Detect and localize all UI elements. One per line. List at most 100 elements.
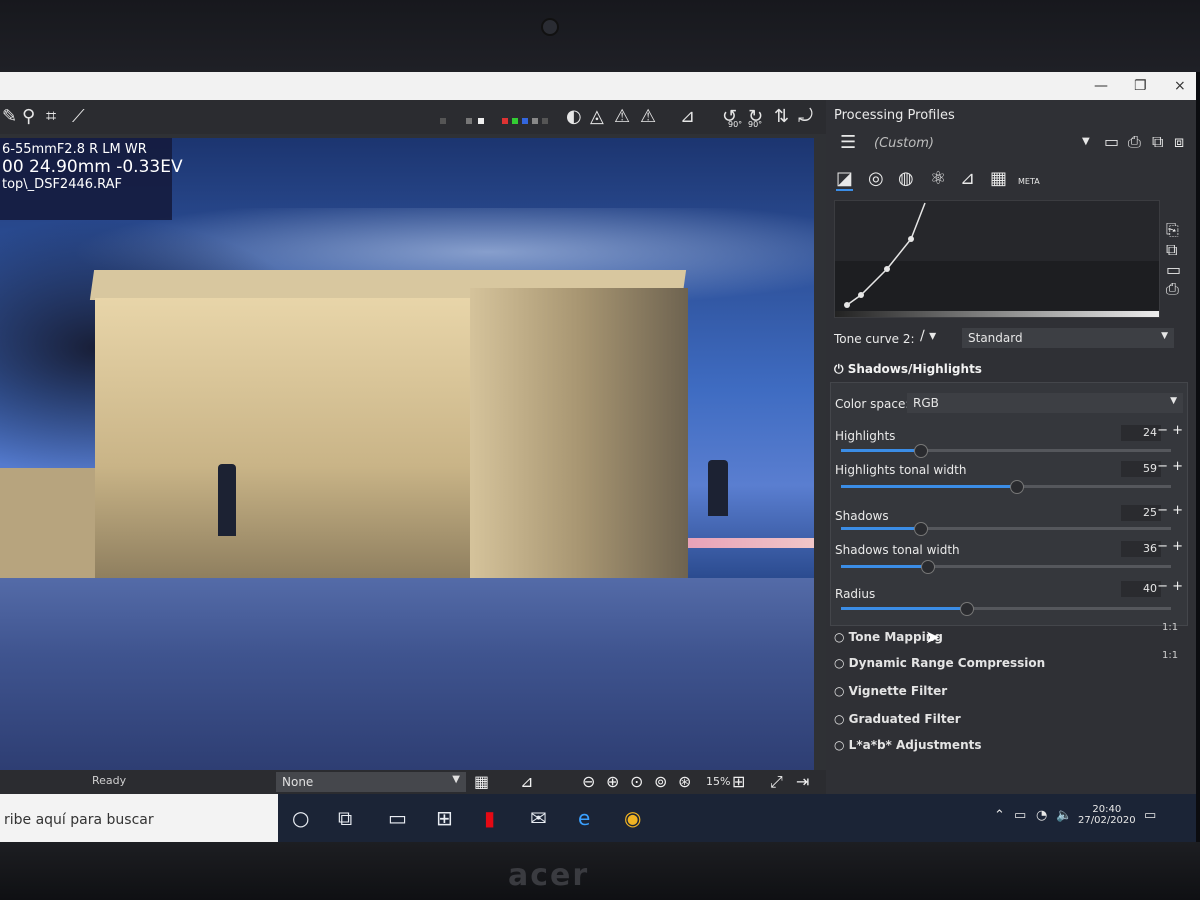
hide-panel-icon[interactable]: ⇥ (796, 772, 809, 791)
detail-tab[interactable]: ◎ (868, 168, 884, 189)
notifications-icon[interactable]: ▭ (1144, 808, 1156, 823)
paste-profile-icon[interactable]: ⧈ (1174, 132, 1184, 152)
slider-value[interactable]: 24 (1121, 425, 1161, 441)
new-detail-window-icon[interactable]: ⊞ (732, 772, 745, 791)
section-lab-adjustments[interactable]: ○ L*a*b* Adjustments (834, 738, 982, 752)
transform-tab[interactable]: ⊿ (960, 168, 975, 189)
store-icon[interactable]: ⊞ (436, 806, 453, 830)
image-preview[interactable] (0, 138, 814, 770)
profile-select[interactable]: ☰ (Custom) ▼ ▭ ⎙ ⧉ ⧈ (834, 132, 1190, 156)
open-profile-icon[interactable]: ▭ (1104, 132, 1119, 151)
slider-value[interactable]: 25 (1121, 505, 1161, 521)
section-graduated-filter[interactable]: ○ Graduated Filter (834, 712, 961, 726)
slider-value[interactable]: 36 (1121, 541, 1161, 557)
meta-tab[interactable]: META (1018, 168, 1040, 189)
clip-highlights-icon[interactable]: ◬ (590, 106, 604, 127)
curve-point[interactable] (844, 302, 850, 308)
close-button[interactable]: × (1174, 78, 1186, 94)
raw-tab[interactable]: ▦ (990, 168, 1007, 189)
curve-point[interactable] (858, 292, 864, 298)
save-curve-icon[interactable]: ⎙ (1166, 279, 1181, 299)
color-tab[interactable]: ◍ (898, 168, 914, 189)
minimize-button[interactable]: — (1094, 78, 1108, 94)
warning-icon[interactable]: ⚠ (614, 106, 630, 127)
before-after-icon[interactable]: ⊿ (520, 772, 533, 791)
slider-knob[interactable] (914, 444, 929, 458)
slider-knob[interactable] (914, 522, 929, 536)
task-view-icon[interactable]: ⧉ (338, 806, 352, 830)
slider-stepper[interactable]: − + (1157, 459, 1183, 474)
zoom-100-icon[interactable]: ⊛ (678, 772, 691, 791)
straighten-icon[interactable]: ⟋ (72, 106, 85, 127)
perspective-icon[interactable]: ⊿ (680, 106, 695, 127)
slider-stepper[interactable]: − + (1157, 579, 1183, 594)
slider-track[interactable] (841, 522, 1171, 536)
preset-select[interactable]: None ▼ (276, 772, 466, 792)
maximize-button[interactable]: ❐ (1134, 78, 1147, 94)
slider-track[interactable] (841, 560, 1171, 574)
curve-type-icon[interactable]: ∕ ▾ (920, 328, 936, 344)
flip-horizontal-icon[interactable]: ⤾ (798, 106, 813, 127)
curve-point[interactable] (884, 266, 890, 272)
slider-stepper[interactable]: − + (1157, 423, 1183, 438)
file-explorer-icon[interactable]: ▭ (388, 806, 407, 830)
tray-chevron-up-icon[interactable]: ⌃ (994, 808, 1005, 823)
power-icon[interactable]: ○ (834, 738, 844, 752)
taskbar-clock[interactable]: 20:40 27/02/2020 (1078, 804, 1136, 826)
zoom-out-icon[interactable]: ⊖ (582, 772, 595, 791)
advanced-tab[interactable]: ⚛ (930, 168, 946, 189)
open-curve-icon[interactable]: ⎘ (1166, 220, 1181, 240)
swatch-icon[interactable] (502, 118, 508, 124)
edge-icon[interactable]: e (578, 806, 590, 830)
slider-stepper[interactable]: − + (1157, 539, 1183, 554)
slider-value[interactable]: 40 (1121, 581, 1161, 597)
battery-icon[interactable]: ▭ (1014, 808, 1026, 823)
swatch-icon[interactable] (542, 118, 548, 124)
netflix-icon[interactable]: ▮ (484, 806, 495, 830)
crop-icon[interactable]: ⌗ (46, 106, 56, 127)
folder-icon[interactable]: ▭ (1166, 260, 1181, 279)
swatch-icon[interactable] (522, 118, 528, 124)
section-dynamic-range-compression[interactable]: ○ Dynamic Range Compression (834, 656, 1045, 670)
warning-icon[interactable]: ⚠ (640, 106, 656, 127)
copy-profile-icon[interactable]: ⧉ (1152, 132, 1163, 152)
gamut-icon[interactable]: ◐ (566, 106, 582, 127)
power-icon[interactable]: ⏻ (834, 362, 844, 376)
swatch-icon[interactable] (512, 118, 518, 124)
rawtherapee-icon[interactable]: ◉ (624, 806, 641, 830)
power-icon[interactable]: ○ (834, 684, 844, 698)
tone-curve-mode-select[interactable]: Standard ▼ (962, 328, 1174, 348)
compare-icon[interactable]: ▦ (474, 772, 489, 791)
pencil-icon[interactable]: ✎ (2, 106, 17, 127)
power-icon[interactable]: ○ (834, 712, 844, 726)
taskbar-search[interactable]: ribe aquí para buscar (0, 794, 278, 842)
zoom-in-icon[interactable]: ⊕ (606, 772, 619, 791)
slider-knob[interactable] (960, 602, 975, 616)
volume-icon[interactable]: 🔈 (1056, 808, 1072, 823)
copy-curve-icon[interactable]: ⧉ (1166, 240, 1181, 260)
slider-stepper[interactable]: − + (1157, 503, 1183, 518)
eyedropper-icon[interactable]: ⚲ (22, 106, 35, 127)
zoom-fill-icon[interactable]: ⊚ (654, 772, 667, 791)
zoom-fit-icon[interactable]: ⊙ (630, 772, 643, 791)
shadows-highlights-header[interactable]: ⏻ Shadows/Highlights (834, 362, 982, 377)
slider-track[interactable] (841, 602, 1171, 616)
slider-knob[interactable] (920, 560, 935, 574)
tone-curve-editor[interactable] (834, 200, 1160, 318)
curve-point[interactable] (908, 236, 914, 242)
profile-list-icon[interactable]: ☰ (840, 132, 856, 153)
slider-track[interactable] (841, 444, 1171, 458)
slider-value[interactable]: 59 (1121, 461, 1161, 477)
save-profile-icon[interactable]: ⎙ (1128, 132, 1141, 152)
cortana-icon[interactable]: ○ (292, 806, 309, 830)
slider-knob[interactable] (1009, 480, 1024, 494)
section-vignette-filter[interactable]: ○ Vignette Filter (834, 684, 947, 698)
swatch-icon[interactable] (440, 118, 446, 124)
wifi-icon[interactable]: ◔ (1036, 808, 1047, 823)
flip-vertical-icon[interactable]: ⇅ (774, 106, 789, 127)
swatch-icon[interactable] (532, 118, 538, 124)
exposure-tab[interactable]: ◪ (836, 168, 854, 191)
color-space-select[interactable]: RGB ▼ (907, 393, 1183, 413)
power-icon[interactable]: ○ (834, 630, 844, 644)
power-icon[interactable]: ○ (834, 656, 844, 670)
